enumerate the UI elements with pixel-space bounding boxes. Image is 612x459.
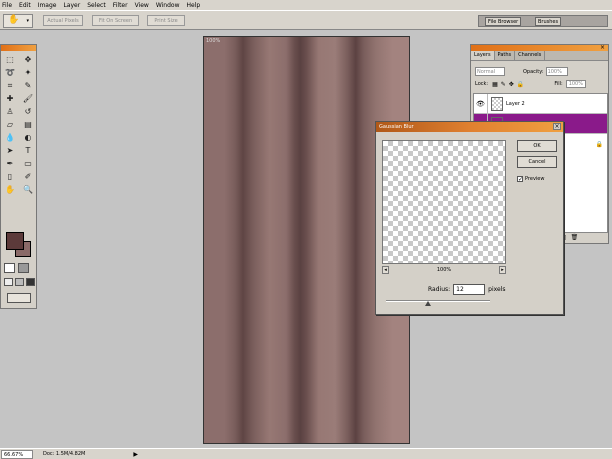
marquee-icon[interactable]: ⬚ [3, 54, 17, 66]
screen-mode-full-icon[interactable] [26, 278, 35, 286]
blend-opacity-row: Normal Opacity: 100% [475, 67, 568, 76]
preview-checkbox-row[interactable]: ✓ Preview [517, 176, 545, 183]
jump-to-imageready-icon[interactable] [7, 293, 31, 303]
quick-mask-icon[interactable] [18, 263, 29, 273]
slice-icon[interactable]: ✎ [21, 80, 35, 92]
ok-button[interactable]: OK [517, 140, 557, 152]
tab-brushes[interactable]: Brushes [535, 17, 562, 26]
blend-mode-select[interactable]: Normal [475, 67, 505, 76]
layer-row-layer-2[interactable]: 👁 Layer 2 [474, 93, 607, 114]
magic-wand-icon[interactable]: ✦ [21, 67, 35, 79]
menu-filter[interactable]: Filter [113, 2, 128, 9]
lock-icon: 🔒 [595, 140, 603, 148]
cancel-button[interactable]: Cancel [517, 156, 557, 168]
canvas-zoom-label: 100% [206, 38, 221, 44]
actual-pixels-button[interactable]: Actual Pixels [43, 15, 83, 26]
lock-move-icon[interactable]: ✥ [509, 81, 514, 88]
menu-view[interactable]: View [135, 2, 149, 9]
lock-all-icon[interactable]: 🔒 [517, 81, 524, 88]
doc-size: Doc: 1.5M/4.82M [43, 451, 86, 457]
lock-label: Lock: [475, 81, 489, 87]
notes-icon[interactable]: ▯ [3, 171, 17, 183]
options-bar: ✋ ▾ Actual Pixels Fit On Screen Print Si… [0, 10, 612, 30]
layer-name: Layer 2 [506, 100, 525, 107]
print-size-button[interactable]: Print Size [147, 15, 185, 26]
screen-mode-standard-icon[interactable] [4, 278, 13, 286]
healing-brush-icon[interactable]: ✚ [3, 93, 17, 105]
fill-field[interactable]: 100% [565, 80, 586, 88]
blur-icon[interactable]: 💧 [3, 132, 17, 144]
tab-channels[interactable]: Channels [515, 51, 546, 60]
menu-image[interactable]: Image [38, 2, 57, 9]
filter-preview[interactable] [382, 140, 506, 264]
radius-slider-thumb[interactable] [424, 301, 431, 306]
screen-mode-full-menu-icon[interactable] [15, 278, 24, 286]
status-bar: 66.67% Doc: 1.5M/4.82M ▶ [0, 448, 612, 459]
zoom-icon[interactable]: 🔍 [21, 184, 35, 196]
fill-label: Fill: [554, 81, 563, 87]
preview-label: Preview [525, 176, 545, 182]
eye-icon[interactable]: 👁 [474, 93, 488, 114]
radius-slider[interactable] [386, 300, 490, 306]
dialog-titlebar[interactable]: Gaussian Blur × [376, 122, 563, 132]
menu-edit[interactable]: Edit [19, 2, 31, 9]
preview-zoom-row: ◂ 100% ▸ [382, 265, 506, 275]
palette-well: File Browser Brushes [478, 15, 608, 27]
move-icon[interactable]: ✥ [21, 54, 35, 66]
brush-icon[interactable]: 🖌 [21, 93, 35, 105]
standard-mode-icon[interactable] [4, 263, 15, 273]
gradient-icon[interactable]: ▤ [21, 119, 35, 131]
dodge-icon[interactable]: ◐ [21, 132, 35, 144]
tab-file-browser[interactable]: File Browser [485, 17, 522, 26]
menu-select[interactable]: Select [87, 2, 106, 9]
menu-layer[interactable]: Layer [63, 2, 80, 9]
hand-tool-icon[interactable]: ✋ [3, 184, 17, 196]
status-menu-arrow-icon[interactable]: ▶ [133, 451, 138, 458]
path-selection-icon[interactable]: ➤ [3, 145, 17, 157]
tab-layers[interactable]: Layers [471, 51, 495, 60]
trash-icon[interactable]: 🗑 [571, 234, 580, 241]
pen-icon[interactable]: ✒ [3, 158, 17, 170]
eyedropper-icon[interactable]: ✐ [21, 171, 35, 183]
lock-transparency-icon[interactable]: ▦ [492, 81, 498, 88]
menu-file[interactable]: File [2, 2, 12, 9]
menu-bar: File Edit Image Layer Select Filter View… [0, 0, 612, 10]
dialog-title: Gaussian Blur [379, 124, 414, 130]
crop-icon[interactable]: ⌗ [3, 80, 17, 92]
layers-panel-tabs: Layers Paths Channels [471, 51, 608, 61]
chevron-down-icon: ▾ [26, 18, 29, 24]
radius-input[interactable]: 12 [453, 284, 486, 295]
preview-zoom-percent: 100% [436, 267, 452, 273]
toolbox: ⬚ ✥ ➰ ✦ ⌗ ✎ ✚ 🖌 ♙ ↺ ▱ ▤ 💧 ◐ ➤ T ✒ ▭ ▯ ✐ … [0, 44, 37, 309]
close-icon[interactable]: × [553, 123, 561, 130]
close-icon[interactable]: × [600, 44, 605, 51]
radius-label: Radius: [428, 286, 451, 293]
shape-icon[interactable]: ▭ [21, 158, 35, 170]
layer-thumbnail [491, 96, 503, 111]
menu-window[interactable]: Window [156, 2, 180, 9]
tool-preset-picker[interactable]: ✋ ▾ [3, 14, 33, 28]
lock-fill-row: Lock: ▦ ✎ ✥ 🔒 Fill: 100% [475, 80, 605, 88]
fit-on-screen-button[interactable]: Fit On Screen [92, 15, 139, 26]
foreground-color-swatch[interactable] [6, 232, 24, 250]
history-brush-icon[interactable]: ↺ [21, 106, 35, 118]
radius-unit: pixels [488, 286, 506, 293]
opacity-label: Opacity: [523, 68, 544, 75]
lasso-icon[interactable]: ➰ [3, 67, 17, 79]
color-swatches [5, 231, 33, 259]
tab-paths[interactable]: Paths [495, 51, 516, 60]
type-icon[interactable]: T [21, 145, 35, 157]
clone-stamp-icon[interactable]: ♙ [3, 106, 17, 118]
eraser-icon[interactable]: ▱ [3, 119, 17, 131]
preview-checkbox[interactable]: ✓ [517, 176, 523, 183]
zoom-level-field[interactable]: 66.67% [1, 449, 33, 459]
opacity-field[interactable]: 100% [545, 67, 568, 76]
zoom-out-button[interactable]: ◂ [382, 266, 389, 274]
radius-row: Radius: 12 pixels [428, 284, 505, 295]
hand-icon: ✋ [8, 15, 20, 25]
gaussian-blur-dialog: Gaussian Blur × ◂ 100% ▸ OK Cancel ✓ Pre… [375, 121, 564, 315]
zoom-in-button[interactable]: ▸ [498, 266, 506, 274]
lock-brush-icon[interactable]: ✎ [501, 81, 506, 88]
menu-help[interactable]: Help [187, 2, 201, 9]
